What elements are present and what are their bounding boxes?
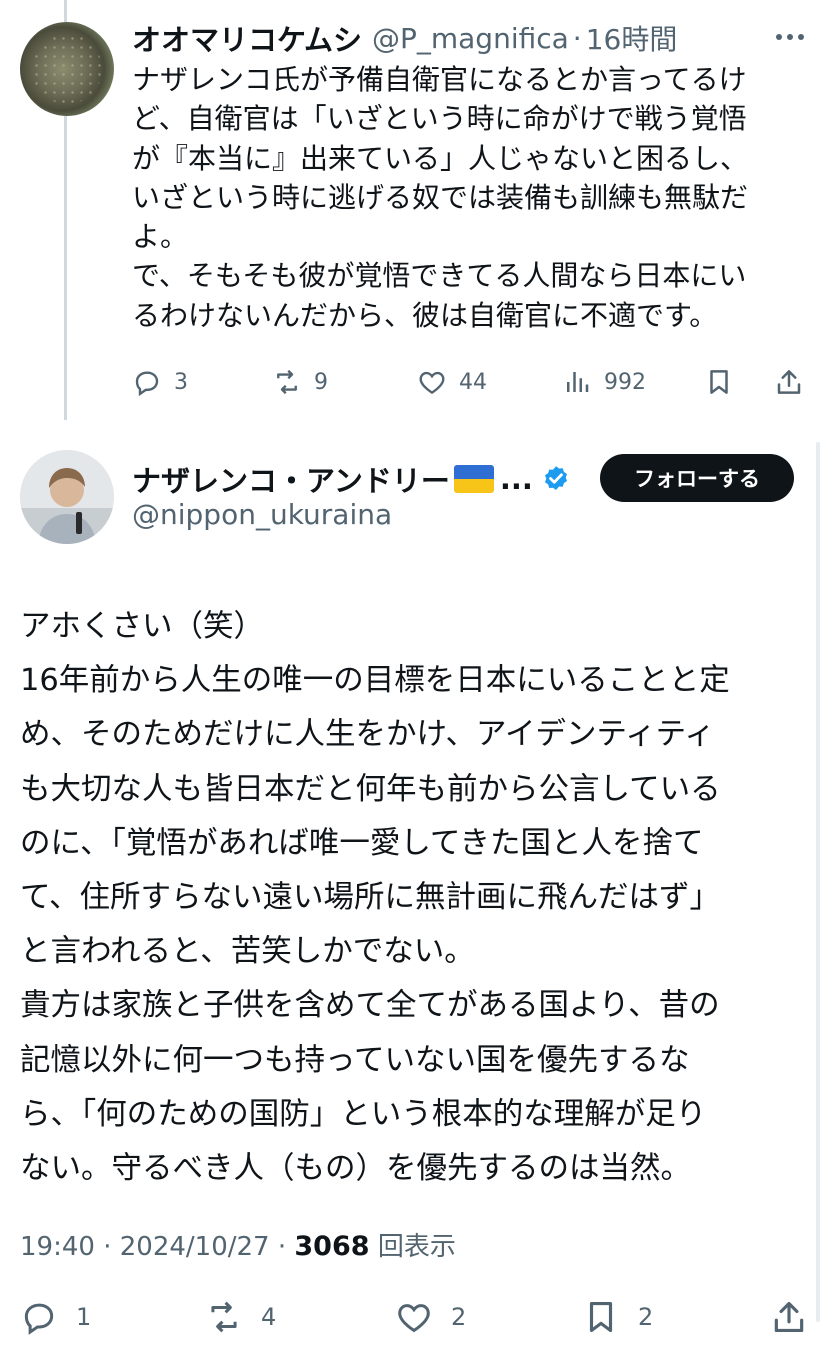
tweet-text: ナザレンコ氏が予備自衛官になるとか言ってるけ ど、自衛官は「いざという時に命がけ… [132, 63, 749, 332]
tweet-text: アホくさい（笑） 16年前から人生の唯一の目標を日本にいることと定 め、そのため… [20, 609, 730, 1187]
reply-button[interactable]: 1 [20, 1292, 91, 1342]
repost-button[interactable]: 4 [205, 1292, 276, 1342]
more-icon[interactable] [774, 22, 806, 52]
like-icon [398, 1304, 430, 1333]
main-header: ナザレンコ・アンドリー ... [132, 458, 571, 500]
separator-dot: · [572, 21, 582, 55]
avatar[interactable] [20, 22, 114, 116]
like-icon [419, 371, 445, 395]
author-name[interactable]: ナザレンコ・アンドリー [132, 458, 450, 500]
tweet-date[interactable]: 2024/10/27 [120, 1232, 270, 1262]
repost-count: 9 [314, 369, 328, 395]
like-button[interactable]: 44 [417, 360, 487, 404]
views-button[interactable]: 992 [562, 360, 646, 404]
reply-count: 3 [174, 369, 188, 395]
timestamp[interactable]: 16時間 [586, 18, 678, 58]
reply-icon [135, 371, 159, 397]
like-count: 2 [451, 1303, 467, 1331]
name-ellipsis: ... [499, 462, 533, 496]
like-button[interactable]: 2 [395, 1292, 466, 1342]
avatar[interactable] [20, 450, 114, 544]
separator-dot: · [277, 1232, 295, 1262]
reply-count: 1 [76, 1303, 92, 1331]
bookmark-button[interactable]: 2 [582, 1292, 653, 1342]
share-button[interactable] [774, 360, 804, 404]
bookmark-icon [589, 1301, 613, 1333]
views-count[interactable]: 3068 [294, 1231, 369, 1262]
repost-icon [211, 1301, 237, 1333]
action-bar: 3 9 44 992 [132, 360, 812, 404]
repost-icon [277, 369, 297, 395]
bookmark-count: 2 [638, 1303, 654, 1331]
reply-button[interactable]: 3 [132, 360, 188, 404]
repost-button[interactable]: 9 [272, 360, 328, 404]
bookmark-icon [710, 370, 728, 394]
like-count: 44 [459, 369, 487, 395]
author-name[interactable]: オオマリコケムシ [132, 17, 362, 59]
ukraine-flag-icon [453, 465, 494, 493]
reply-tweet[interactable]: オオマリコケムシ @P_magnifica · 16時間 ナザレンコ氏が予備自衛… [0, 0, 828, 430]
share-icon [777, 370, 801, 394]
author-handle[interactable]: @P_magnifica [372, 22, 569, 55]
share-button[interactable] [770, 1292, 808, 1342]
action-bar: 1 4 2 2 [0, 1292, 828, 1342]
views-icon [567, 372, 589, 392]
views-count: 992 [604, 369, 646, 395]
tweet-meta: 19:40 · 2024/10/27 · 3068 回表示 [20, 1226, 456, 1263]
author-handle[interactable]: @nippon_ukuraina [132, 498, 392, 531]
reply-icon [24, 1303, 54, 1335]
reply-header: オオマリコケムシ @P_magnifica · 16時間 [132, 18, 677, 58]
follow-button[interactable]: フォローする [600, 454, 794, 502]
share-icon [774, 1301, 804, 1333]
separator-dot: · [103, 1232, 120, 1262]
views-label: 回表示 [377, 1232, 456, 1262]
bookmark-button[interactable] [704, 360, 734, 404]
scrollbar[interactable] [816, 442, 820, 1322]
verified-icon [544, 466, 567, 490]
tweet-time[interactable]: 19:40 [20, 1232, 95, 1262]
repost-count: 4 [261, 1303, 277, 1331]
